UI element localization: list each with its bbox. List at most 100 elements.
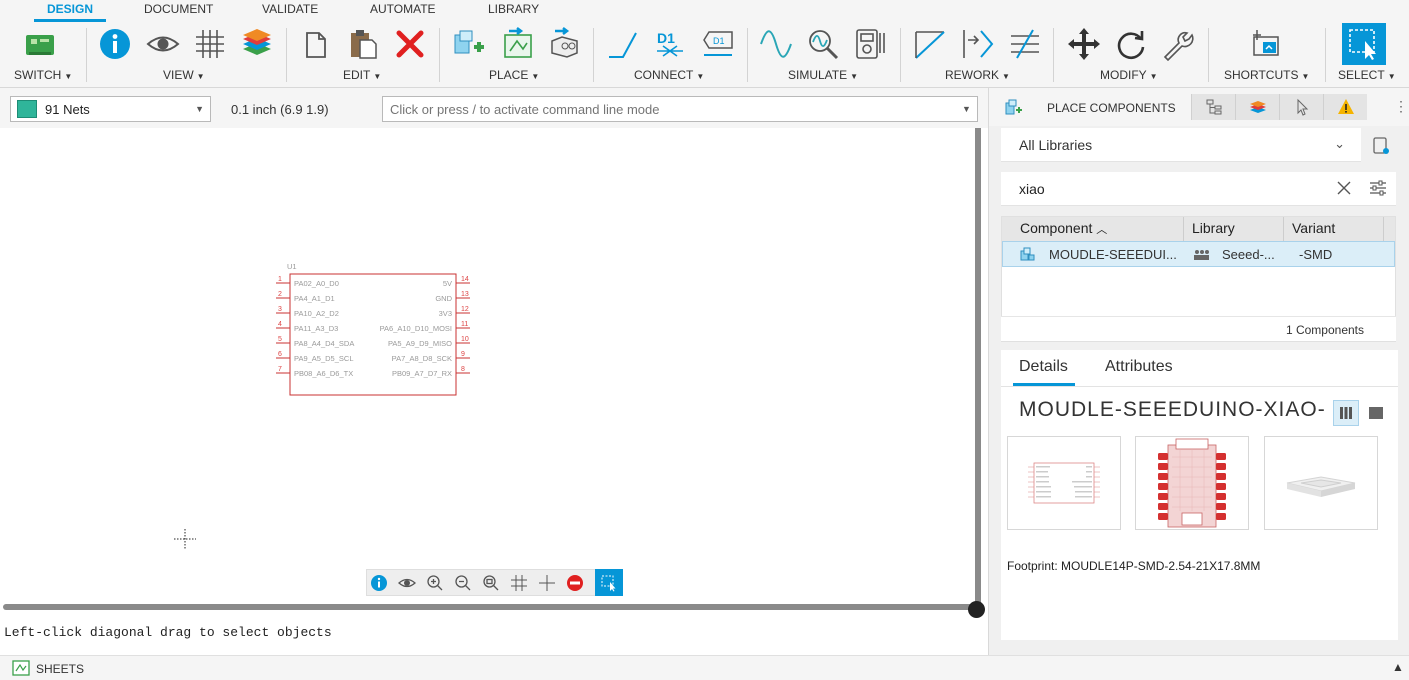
move-icon[interactable] xyxy=(1066,26,1102,62)
place-components-panel: PLACE COMPONENTS ⋮ All Libraries ⌄ Compo… xyxy=(988,88,1409,655)
library-select[interactable]: All Libraries ⌄ xyxy=(1001,128,1361,162)
zoom-in-icon[interactable] xyxy=(425,573,445,593)
tab-tree-view[interactable] xyxy=(1191,94,1235,120)
pin-number: 12 xyxy=(461,306,469,313)
pin-name: 3V3 xyxy=(439,309,452,318)
column-header-variant[interactable]: Variant xyxy=(1284,217,1384,241)
vertical-scrollbar[interactable] xyxy=(975,128,981,604)
status-message: Left-click diagonal drag to select objec… xyxy=(4,625,332,640)
select-group-label[interactable]: SELECT ▼ xyxy=(1338,68,1396,82)
rework-split-icon[interactable] xyxy=(1007,26,1043,62)
info-icon[interactable] xyxy=(369,573,389,593)
stop-icon[interactable] xyxy=(565,573,585,593)
probe-magnifier-icon[interactable] xyxy=(805,26,841,62)
paste-icon[interactable] xyxy=(345,26,381,62)
switch-group-label[interactable]: SWITCH ▼ xyxy=(14,68,72,82)
pin-number: 11 xyxy=(461,321,468,328)
3d-model-preview-thumbnail[interactable] xyxy=(1264,436,1378,530)
multimeter-icon[interactable] xyxy=(852,26,888,62)
search-input[interactable] xyxy=(1019,179,1309,199)
sheets-bar[interactable]: SHEETS ▲ xyxy=(0,655,1409,680)
footprint-preview-thumbnail[interactable] xyxy=(1135,436,1249,530)
view-group-label[interactable]: VIEW ▼ xyxy=(163,68,205,82)
zoom-fit-icon[interactable] xyxy=(481,573,501,593)
tab-details[interactable]: Details xyxy=(1019,358,1068,376)
select-group-icon[interactable] xyxy=(1342,23,1386,65)
library-users-icon xyxy=(1194,250,1209,260)
tab-automate[interactable]: AUTOMATE xyxy=(370,2,436,16)
ribbon-separator xyxy=(286,28,287,82)
tab-design[interactable]: DESIGN xyxy=(47,2,93,16)
sheets-label[interactable]: SHEETS xyxy=(36,662,84,676)
pin-number: 5 xyxy=(278,336,282,343)
sheets-icon xyxy=(12,660,30,676)
tab-attributes[interactable]: Attributes xyxy=(1105,358,1173,376)
library-manager-icon[interactable] xyxy=(1371,136,1391,156)
nets-select[interactable]: 91 Nets ▼ xyxy=(10,96,211,122)
clear-icon[interactable] xyxy=(1336,180,1352,196)
schematic-preview-thumbnail[interactable] xyxy=(1007,436,1121,530)
pin-name: PA4_A1_D1 xyxy=(294,294,335,303)
net-wire-icon[interactable] xyxy=(605,26,641,62)
navigation-corner-icon[interactable] xyxy=(968,601,985,618)
pin-name: 5V xyxy=(443,279,452,288)
sine-wave-icon[interactable] xyxy=(758,26,794,62)
filter-sliders-icon[interactable] xyxy=(1369,179,1387,197)
more-options-icon[interactable]: ⋮ xyxy=(1394,98,1408,115)
tab-warnings[interactable] xyxy=(1323,94,1367,120)
shortcuts-group-label[interactable]: SHORTCUTS ▼ xyxy=(1224,68,1309,82)
tab-document[interactable]: DOCUMENT xyxy=(144,2,213,16)
info-icon[interactable] xyxy=(97,26,133,62)
eye-icon[interactable] xyxy=(397,573,417,593)
schematic-symbol[interactable]: U1 1 PA02_A0_D0 2 PA4_A1_D1 3 PA10_A2_D2 4 PA11_… xyxy=(0,128,975,604)
tab-validate[interactable]: VALIDATE xyxy=(262,2,318,16)
tab-selection[interactable] xyxy=(1279,94,1323,120)
pin-name: GND xyxy=(435,294,452,303)
select-tool-icon[interactable] xyxy=(595,569,623,596)
sheets-expand-icon[interactable]: ▲ xyxy=(1392,660,1404,674)
column-header-library[interactable]: Library xyxy=(1184,217,1284,241)
chevron-down-icon: ▼ xyxy=(195,104,204,114)
rework-arrow-icon[interactable] xyxy=(960,26,996,62)
schematic-canvas[interactable]: U1 1 PA02_A0_D0 2 PA4_A1_D1 3 PA10_A2_D2 4 PA11_… xyxy=(0,128,975,604)
pin-name: PA9_A5_D5_SCL xyxy=(294,354,353,363)
edit-group-label[interactable]: EDIT ▼ xyxy=(343,68,381,82)
label-tag-icon[interactable]: D1 xyxy=(700,26,736,62)
layers-icon[interactable] xyxy=(239,26,275,62)
eye-icon[interactable] xyxy=(145,26,181,62)
tab-library[interactable]: LIBRARY xyxy=(488,2,539,16)
library-select-value: All Libraries xyxy=(1019,137,1093,153)
tab-layers[interactable] xyxy=(1235,94,1279,120)
wrench-icon[interactable] xyxy=(1160,26,1196,62)
table-row[interactable]: MOUDLE-SEEEDUI... Seeed-... -SMD xyxy=(1002,241,1395,267)
column-header-component[interactable]: Component ︿ xyxy=(1002,217,1184,241)
rework-group-label[interactable]: REWORK ▼ xyxy=(945,68,1010,82)
command-line-input[interactable] xyxy=(382,96,978,122)
grid-icon[interactable] xyxy=(509,573,529,593)
command-history-chevron-icon[interactable]: ▼ xyxy=(962,104,971,114)
place-3d-icon[interactable] xyxy=(546,26,582,62)
crosshair-cursor-icon xyxy=(174,529,196,549)
grid-icon[interactable] xyxy=(192,26,228,62)
pin-name: PB08_A6_D6_TX xyxy=(294,369,353,378)
zoom-out-icon[interactable] xyxy=(453,573,473,593)
rotate-icon[interactable] xyxy=(1113,26,1149,62)
copy-icon[interactable] xyxy=(299,26,335,62)
switch-board-icon[interactable] xyxy=(22,26,58,62)
rework-line-icon[interactable] xyxy=(912,26,948,62)
place-schematic-icon[interactable] xyxy=(500,26,536,62)
horizontal-scrollbar[interactable] xyxy=(3,604,975,610)
modify-group-label[interactable]: MODIFY ▼ xyxy=(1100,68,1158,82)
name-label-icon[interactable]: D1 xyxy=(652,26,688,62)
simulate-group-label[interactable]: SIMULATE ▼ xyxy=(788,68,858,82)
shortcuts-icon[interactable] xyxy=(1248,26,1284,62)
crosshair-icon[interactable] xyxy=(537,573,557,593)
connect-group-label[interactable]: CONNECT ▼ xyxy=(634,68,704,82)
view-columns-icon[interactable] xyxy=(1333,400,1359,426)
pin-name: PA6_A10_D10_MOSI xyxy=(380,324,452,333)
chevron-down-icon: ⌄ xyxy=(1334,136,1345,151)
add-part-icon[interactable] xyxy=(451,26,487,62)
view-single-icon[interactable] xyxy=(1363,400,1389,426)
place-group-label[interactable]: PLACE ▼ xyxy=(489,68,539,82)
delete-icon[interactable] xyxy=(392,26,428,62)
